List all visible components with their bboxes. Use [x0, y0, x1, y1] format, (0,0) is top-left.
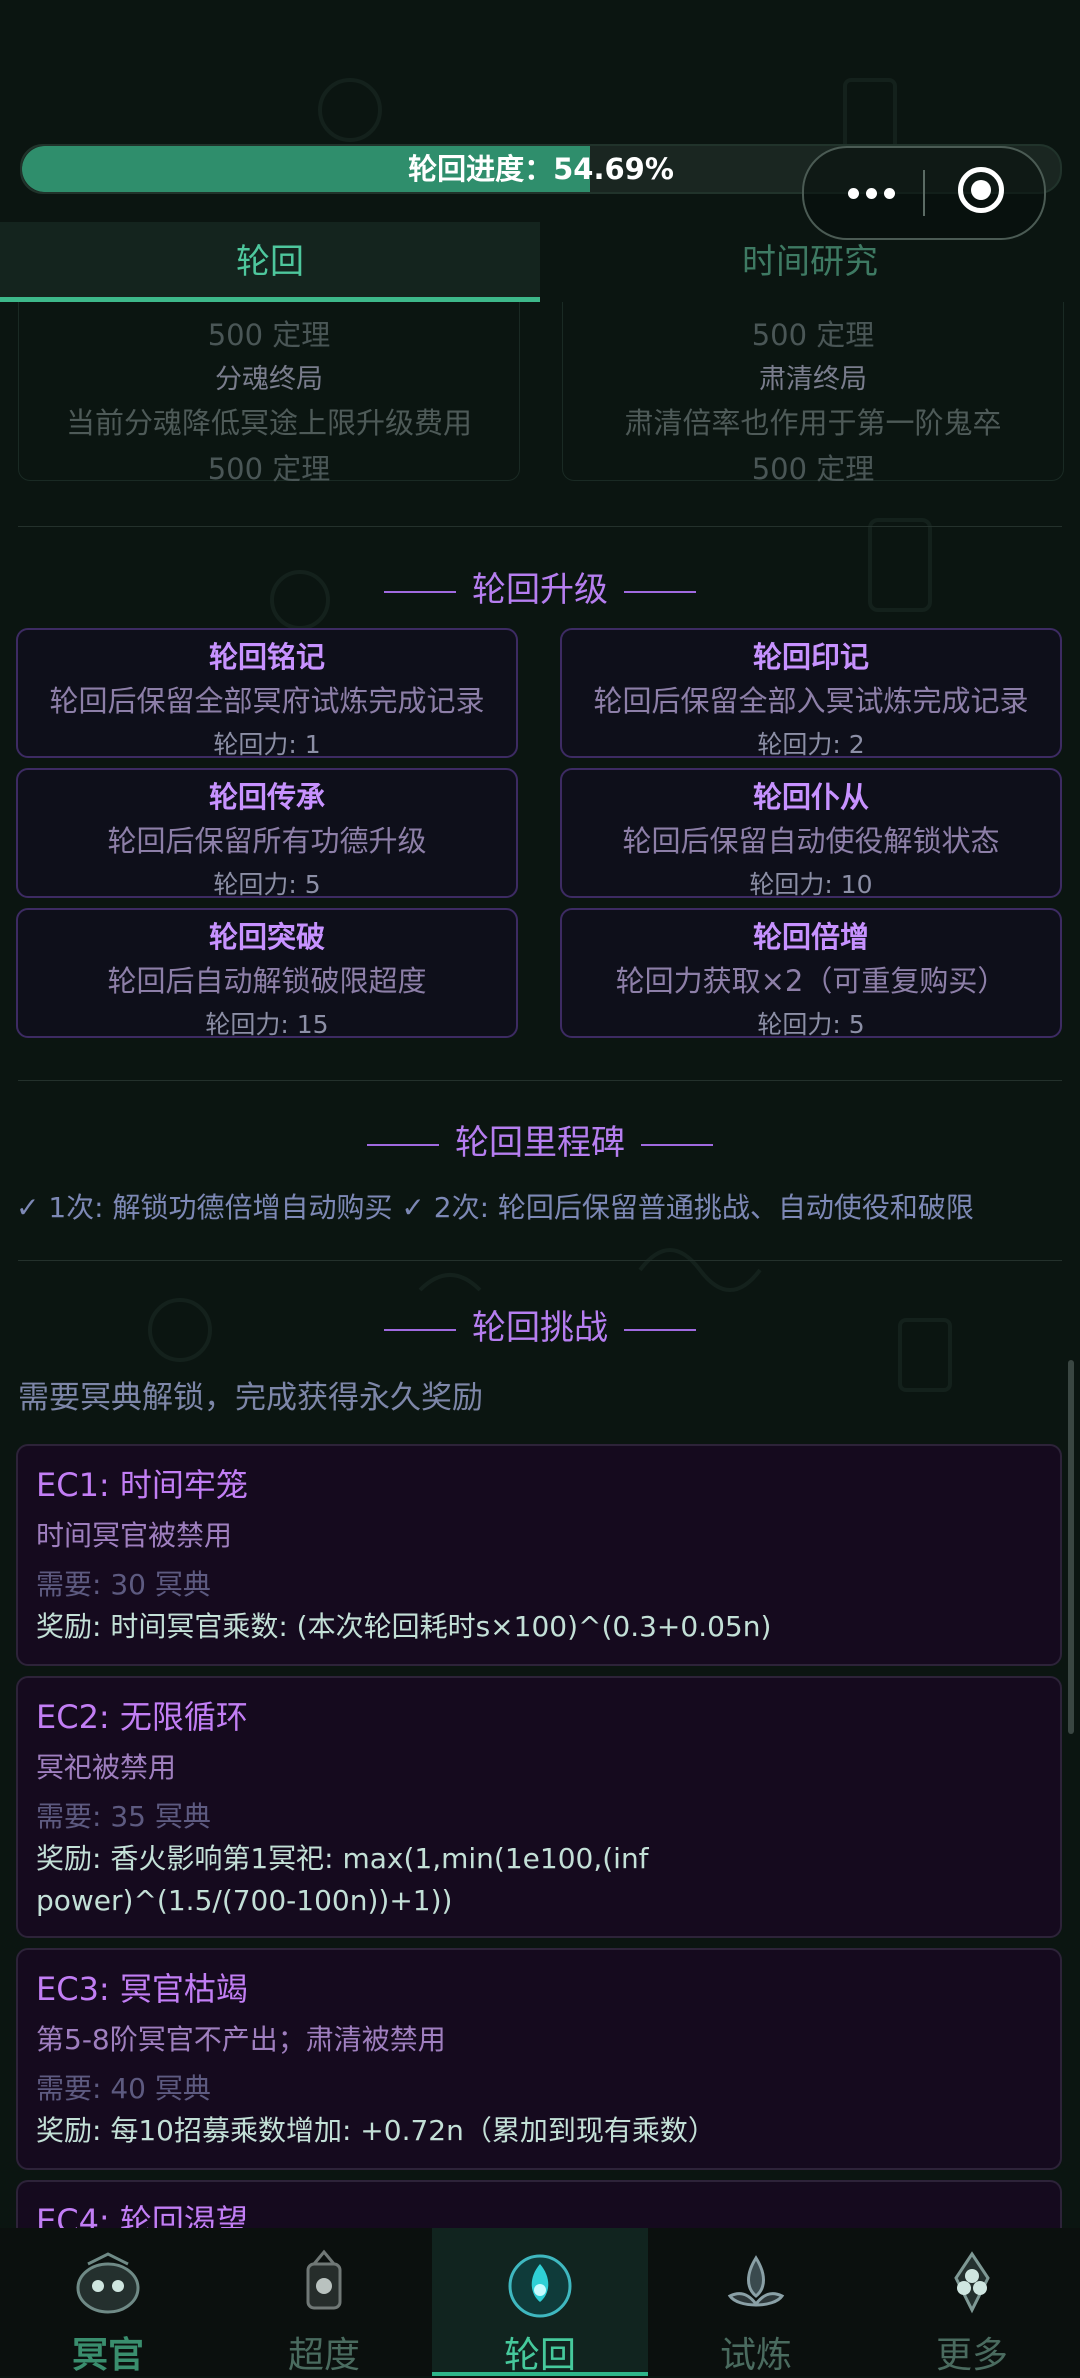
upgrade-cost: 轮回力: 5 — [213, 870, 321, 899]
upgrade-cost: 轮回力: 2 — [757, 730, 865, 759]
divider — [18, 1260, 1062, 1261]
section-title-milestones: 轮回里程碑 — [0, 1115, 1080, 1164]
tab-reincarnation[interactable]: 轮回 — [0, 222, 540, 302]
challenge-title: EC3: 冥官枯竭 — [36, 1970, 248, 2008]
upgrade-cost: 轮回力: 15 — [205, 1010, 329, 1039]
card-desc: 当前分魂降低冥途上限升级费用 — [65, 406, 472, 440]
lantern-icon — [306, 2249, 342, 2310]
nav-item-trial[interactable]: 试炼 — [648, 2228, 864, 2376]
card-cost: 500 定理 — [751, 318, 875, 352]
card-name: 分魂终局 — [215, 364, 323, 395]
upgrade-desc: 轮回后保留自动使役解锁状态 — [622, 824, 1000, 858]
upgrade-desc: 轮回后保留全部冥府试炼完成记录 — [49, 684, 485, 718]
nav-label: 更多 — [935, 2335, 1008, 2376]
divider — [18, 1080, 1062, 1081]
milestone-item: ✓ 1次: 解锁功德倍增自动购买 — [16, 1191, 393, 1224]
nav-label: 轮回 — [503, 2335, 576, 2376]
challenge-requirement: 需要: 30 冥典 — [36, 1568, 211, 1601]
nav-label: 冥官 — [71, 2335, 144, 2376]
tab-bar: 轮回 时间研究 — [0, 222, 1080, 302]
challenge-title: EC2: 无限循环 — [36, 1698, 248, 1736]
upgrade-name: 轮回仆从 — [752, 780, 869, 814]
card-cost: 500 定理 — [751, 452, 875, 486]
capsule-divider — [923, 170, 925, 216]
challenge-reward: 奖励: 每10招募乘数增加: +0.72n（累加到现有乘数） — [36, 2114, 716, 2147]
upgrade-name: 轮回传承 — [208, 780, 325, 814]
challenge-card-ec3[interactable]: EC3: 冥官枯竭 第5-8阶冥官不产出；肃清被禁用 需要: 40 冥典 奖励:… — [16, 1948, 1062, 2170]
upgrade-card-inheritance[interactable]: 轮回传承 轮回后保留所有功德升级 轮回力: 5 — [16, 768, 518, 899]
challenge-reward: 奖励: 香火影响第1冥祀: max(1,min(1e100,(inf power… — [36, 1842, 649, 1917]
section-title-challenges: 轮回挑战 — [0, 1300, 1080, 1349]
study-card-purge[interactable]: 500 定理 肃清终局 肃清倍率也作用于第一阶鬼卒 500 定理 — [562, 302, 1064, 486]
reincarnation-flame-icon — [508, 2254, 572, 2318]
upgrade-desc: 轮回后保留所有功德升级 — [107, 824, 427, 858]
lotus-flame-icon — [727, 2255, 785, 2307]
milestone-item: ✓ 2次: 轮回后保留普通挑战、自动使役和破限 — [401, 1191, 974, 1224]
card-cost: 500 定理 — [207, 318, 331, 352]
card-cost: 500 定理 — [207, 452, 331, 486]
upgrade-name: 轮回印记 — [752, 640, 869, 674]
upgrade-cost: 轮回力: 10 — [749, 870, 873, 899]
upgrade-desc: 轮回力获取×2（可重复购买） — [615, 964, 1007, 998]
close-target-icon[interactable] — [958, 167, 1004, 213]
nav-item-more[interactable]: 更多 — [864, 2228, 1080, 2376]
skull-lantern-icon — [76, 2252, 140, 2314]
nav-label: 试炼 — [719, 2335, 792, 2376]
challenge-restriction: 时间冥官被禁用 — [36, 1519, 233, 1552]
upgrade-card-mark[interactable]: 轮回印记 轮回后保留全部入冥试炼完成记录 轮回力: 2 — [560, 628, 1062, 759]
upgrade-cost: 轮回力: 1 — [213, 730, 321, 759]
upgrade-card-breakthrough[interactable]: 轮回突破 轮回后自动解锁破限超度 轮回力: 15 — [16, 908, 518, 1039]
study-card-split-soul[interactable]: 500 定理 分魂终局 当前分魂降低冥途上限升级费用 500 定理 — [18, 302, 520, 486]
card-name: 肃清终局 — [759, 364, 867, 395]
challenge-restriction: 冥祀被禁用 — [36, 1751, 177, 1784]
divider — [18, 526, 1062, 527]
challenge-requirement: 需要: 35 冥典 — [36, 1800, 211, 1833]
challenge-reward: 奖励: 时间冥官乘数: (本次轮回耗时s×100)^(0.3+0.05n) — [36, 1610, 772, 1643]
upgrade-name: 轮回倍增 — [752, 920, 869, 954]
upgrade-name: 轮回铭记 — [208, 640, 325, 674]
challenge-title: EC1: 时间牢笼 — [36, 1466, 248, 1504]
challenge-intro: 需要冥典解锁，完成获得永久奖励 — [18, 1380, 483, 1416]
nav-label: 超度 — [287, 2335, 360, 2376]
challenge-restriction: 第5-8阶冥官不产出；肃清被禁用 — [36, 2023, 446, 2056]
nav-item-salvation[interactable]: 超度 — [216, 2228, 432, 2376]
upgrade-desc: 轮回后自动解锁破限超度 — [107, 964, 427, 998]
challenge-card-ec2[interactable]: EC2: 无限循环 冥祀被禁用 需要: 35 冥典 奖励: 香火影响第1冥祀: … — [16, 1676, 1062, 1938]
upgrade-card-multiplier[interactable]: 轮回倍增 轮回力获取×2（可重复购买） 轮回力: 5 — [560, 908, 1062, 1039]
upgrade-card-servant[interactable]: 轮回仆从 轮回后保留自动使役解锁状态 轮回力: 10 — [560, 768, 1062, 899]
challenge-requirement: 需要: 40 冥典 — [36, 2072, 211, 2105]
upgrade-desc: 轮回后保留全部入冥试炼完成记录 — [593, 684, 1029, 718]
scrollbar[interactable] — [1068, 1360, 1074, 1734]
more-options-icon[interactable] — [836, 168, 906, 218]
section-title-upgrades: 轮回升级 — [0, 562, 1080, 611]
milestone-list: ✓ 1次: 解锁功德倍增自动购买 ✓ 2次: 轮回后保留普通挑战、自动使役和破限 — [16, 1186, 1080, 1226]
upgrade-cost: 轮回力: 5 — [757, 1010, 865, 1039]
upgrade-name: 轮回突破 — [208, 920, 325, 954]
card-desc: 肃清倍率也作用于第一阶鬼卒 — [624, 406, 1002, 440]
crystal-clover-icon — [954, 2251, 990, 2314]
upgrade-card-memory[interactable]: 轮回铭记 轮回后保留全部冥府试炼完成记录 轮回力: 1 — [16, 628, 518, 759]
tab-time-research[interactable]: 时间研究 — [540, 222, 1080, 302]
nav-item-reincarnation[interactable]: 轮回 — [432, 2228, 648, 2376]
challenge-card-ec1[interactable]: EC1: 时间牢笼 时间冥官被禁用 需要: 30 冥典 奖励: 时间冥官乘数: … — [16, 1444, 1062, 1666]
bottom-nav: 冥官 超度 轮回 试炼 更多 — [0, 2228, 1080, 2376]
nav-item-officials[interactable]: 冥官 — [0, 2228, 216, 2376]
